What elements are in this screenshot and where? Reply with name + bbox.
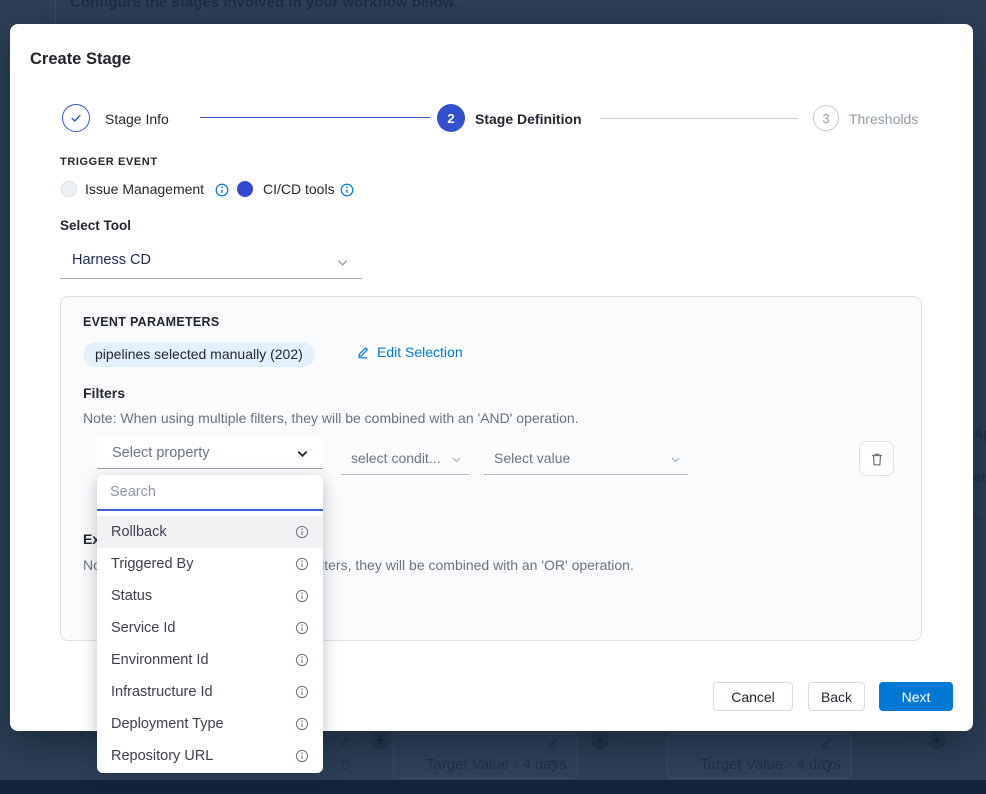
menu-item-label: Rollback [111,524,167,540]
edit-selection-label: Edit Selection [377,344,463,360]
menu-item-label: Status [111,588,152,604]
dialog-title: Create Stage [30,50,131,69]
chevron-down-icon [450,453,463,466]
radio-issue-management[interactable] [61,181,77,197]
backdrop-card: Target Value - 4 days [393,733,578,779]
radio-cicd-tools[interactable] [237,181,253,197]
edit-icon [546,736,560,750]
info-icon[interactable] [295,749,309,763]
step-indicator-stage-definition[interactable]: 2 [437,104,465,132]
property-menu-list: Rollback Triggered By Status Service Id Envi… [97,511,323,772]
info-icon[interactable] [295,621,309,635]
menu-item-deployment-type[interactable]: Deployment Type [97,708,323,740]
chevron-down-icon [335,255,350,270]
info-icon[interactable] [295,557,309,571]
plus-icon: + [371,732,389,750]
chevron-down-icon [669,453,682,466]
filters-heading: Filters [83,385,125,401]
menu-item-label: Infrastructure Id [111,684,213,700]
info-icon[interactable] [295,525,309,539]
filters-note: Note: When using multiple filters, they … [83,410,579,426]
next-button[interactable]: Next [879,682,953,711]
edit-icon [820,736,834,750]
radio-label-cicd-tools[interactable]: CI/CD tools [263,181,335,197]
backdrop-bottom-band [0,780,986,794]
step-indicator-thresholds[interactable]: 3 [813,105,839,131]
menu-item-label: Repository URL [111,748,213,764]
edit-icon [338,735,352,749]
step-label-stage-info[interactable]: Stage Info [105,111,169,127]
menu-item-service-id[interactable]: Service Id [97,612,323,644]
tool-select-value: Harness CD [72,252,151,268]
property-select-placeholder: Select property [112,445,210,461]
step-indicator-stage-info[interactable] [62,104,90,132]
event-parameters-heading: EVENT PARAMETERS [83,315,220,329]
select-tool-label: Select Tool [60,218,131,233]
stepper-connector-done [200,117,430,118]
menu-item-rollback[interactable]: Rollback [97,516,323,548]
condition-select[interactable]: select condit... [341,445,469,475]
check-icon [69,111,83,125]
info-icon[interactable] [295,717,309,731]
trigger-event-label: TRIGGER EVENT [60,156,158,168]
selection-chip: pipelines selected manually (202) [83,342,315,367]
info-icon[interactable] [295,589,309,603]
step-label-thresholds[interactable]: Thresholds [849,111,918,127]
property-menu: Rollback Triggered By Status Service Id Envi… [97,475,323,773]
info-icon[interactable] [340,183,354,197]
trash-icon [820,758,834,772]
edit-selection-link[interactable]: Edit Selection [356,344,463,360]
back-button[interactable]: Back [808,682,865,711]
backdrop-divider [55,0,56,24]
backdrop-fragment-2: et [974,470,986,485]
search-input[interactable] [97,475,323,509]
info-icon[interactable] [295,653,309,667]
trash-icon [869,451,885,467]
plus-icon: + [928,732,946,750]
info-icon[interactable] [215,183,229,197]
delete-filter-button[interactable] [859,441,894,476]
cancel-button[interactable]: Cancel [713,682,793,711]
app-viewport: Configure the stages involved in your wo… [0,0,986,794]
menu-item-infrastructure-id[interactable]: Infrastructure Id [97,676,323,708]
edit-icon [356,345,370,360]
plus-icon: + [591,732,609,750]
condition-select-placeholder: select condit... [351,450,441,466]
radio-label-issue-management[interactable]: Issue Management [85,181,204,197]
menu-item-repository-url[interactable]: Repository URL [97,740,323,772]
menu-item-label: Service Id [111,620,175,636]
menu-item-environment-id[interactable]: Environment Id [97,644,323,676]
step-label-stage-definition[interactable]: Stage Definition [475,111,582,127]
chevron-down-icon [295,446,310,461]
trash-icon [338,757,352,771]
menu-item-label: Environment Id [111,652,209,668]
value-select[interactable]: Select value [484,445,688,475]
backdrop-dashed-line [973,518,985,519]
tool-select[interactable]: Harness CD [60,244,362,279]
info-icon[interactable] [295,685,309,699]
menu-item-label: Deployment Type [111,716,224,732]
value-select-placeholder: Select value [494,450,570,466]
menu-search [97,475,323,511]
backdrop-card: Target Value - 4 days [667,733,852,779]
menu-item-triggered-by[interactable]: Triggered By [97,548,323,580]
trash-icon [546,758,560,772]
menu-item-label: Triggered By [111,556,193,572]
backdrop-heading: Configure the stages involved in your wo… [70,0,458,11]
property-select[interactable]: Select property [97,438,323,469]
backdrop-fragment-1: Ap [974,426,986,441]
menu-item-status[interactable]: Status [97,580,323,612]
stepper-connector-upcoming [600,118,798,119]
